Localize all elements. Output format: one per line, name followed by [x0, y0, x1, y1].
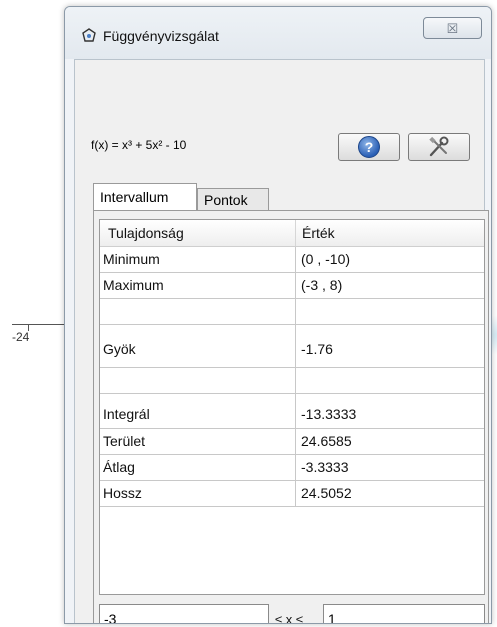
properties-table: Tulajdonság Érték Minimum (0 , -10) Maxi… — [99, 219, 485, 595]
value-cell: 24.6585 — [301, 433, 352, 449]
function-inspector-icon — [82, 28, 96, 42]
tab-pontok[interactable]: Pontok — [197, 188, 269, 210]
close-icon: ☒ — [446, 21, 459, 36]
column-header-value[interactable]: Érték — [296, 220, 484, 246]
table-header: Tulajdonság Érték — [100, 220, 484, 247]
property-cell: Hossz — [100, 481, 296, 506]
property-cell: Integrál — [100, 394, 296, 428]
dialog-content: f(x) = x³ + 5x² - 10 ? Intervallum Ponto… — [74, 59, 489, 623]
property-cell: Átlag — [100, 455, 296, 480]
table-row[interactable]: Minimum (0 , -10) — [100, 247, 484, 273]
table-row[interactable] — [100, 368, 484, 394]
interval-controls: ≤ x ≤ — [99, 604, 485, 624]
value-cell — [296, 368, 484, 393]
help-icon: ? — [358, 136, 380, 158]
interval-relation-label: ≤ x ≤ — [275, 612, 303, 624]
property-cell: Maximum — [100, 273, 296, 298]
value-cell: -1.76 — [301, 341, 333, 357]
help-button[interactable]: ? — [338, 133, 400, 161]
value-cell: -13.3333 — [301, 406, 357, 422]
graph-axis-line — [12, 324, 64, 325]
property-cell — [100, 299, 296, 324]
tab-panel: Tulajdonság Érték Minimum (0 , -10) Maxi… — [93, 210, 489, 624]
title-bar[interactable]: Függvényvizsgálat ☒ — [65, 7, 491, 59]
value-cell: -3.3333 — [301, 459, 349, 475]
table-row[interactable]: Gyök -1.76 — [100, 325, 484, 368]
window-title: Függvényvizsgálat — [103, 28, 219, 44]
property-cell: Gyök — [100, 325, 296, 367]
table-row[interactable]: Maximum (-3 , 8) — [100, 273, 484, 299]
interval-end-input[interactable] — [323, 604, 485, 623]
value-cell: (-3 , 8) — [301, 277, 343, 293]
table-row[interactable]: Terület 24.6585 — [100, 429, 484, 455]
function-expression: f(x) = x³ + 5x² - 10 — [91, 138, 187, 152]
close-button[interactable]: ☒ — [423, 17, 482, 39]
settings-button[interactable] — [408, 133, 470, 161]
property-cell: Minimum — [100, 247, 296, 272]
value-cell — [296, 299, 484, 324]
function-inspector-dialog: Függvényvizsgálat ☒ f(x) = x³ + 5x² - 10… — [64, 6, 492, 624]
value-cell: (0 , -10) — [301, 251, 351, 267]
tools-icon — [429, 136, 449, 157]
tab-intervallum[interactable]: Intervallum — [93, 183, 197, 211]
column-header-property[interactable]: Tulajdonság — [100, 220, 296, 246]
table-row[interactable]: Hossz 24.5052 — [100, 481, 484, 507]
property-cell: Terület — [100, 429, 296, 454]
table-row[interactable]: Integrál -13.3333 — [100, 394, 484, 429]
table-row[interactable] — [100, 299, 484, 325]
interval-start-input[interactable] — [99, 604, 269, 623]
graph-axis-label: -24 — [12, 330, 30, 344]
property-cell — [100, 368, 296, 393]
table-row[interactable]: Átlag -3.3333 — [100, 455, 484, 481]
value-cell: 24.5052 — [301, 485, 352, 501]
